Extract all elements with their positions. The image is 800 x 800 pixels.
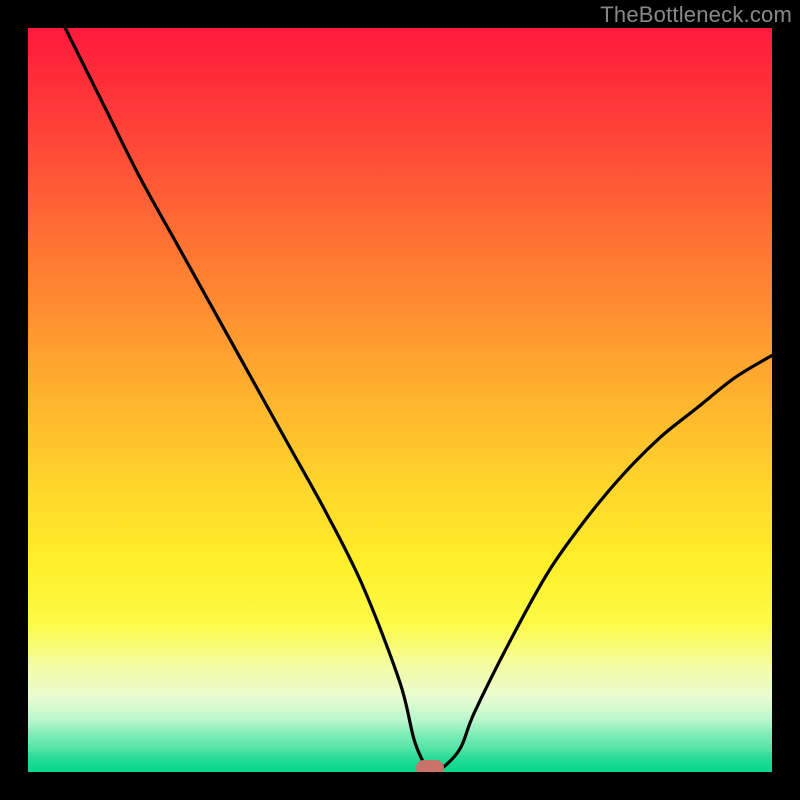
watermark-text: TheBottleneck.com [600, 2, 792, 28]
plot-area [28, 28, 772, 772]
optimum-marker [416, 760, 444, 772]
bottleneck-curve [28, 28, 772, 772]
chart-frame: TheBottleneck.com [0, 0, 800, 800]
